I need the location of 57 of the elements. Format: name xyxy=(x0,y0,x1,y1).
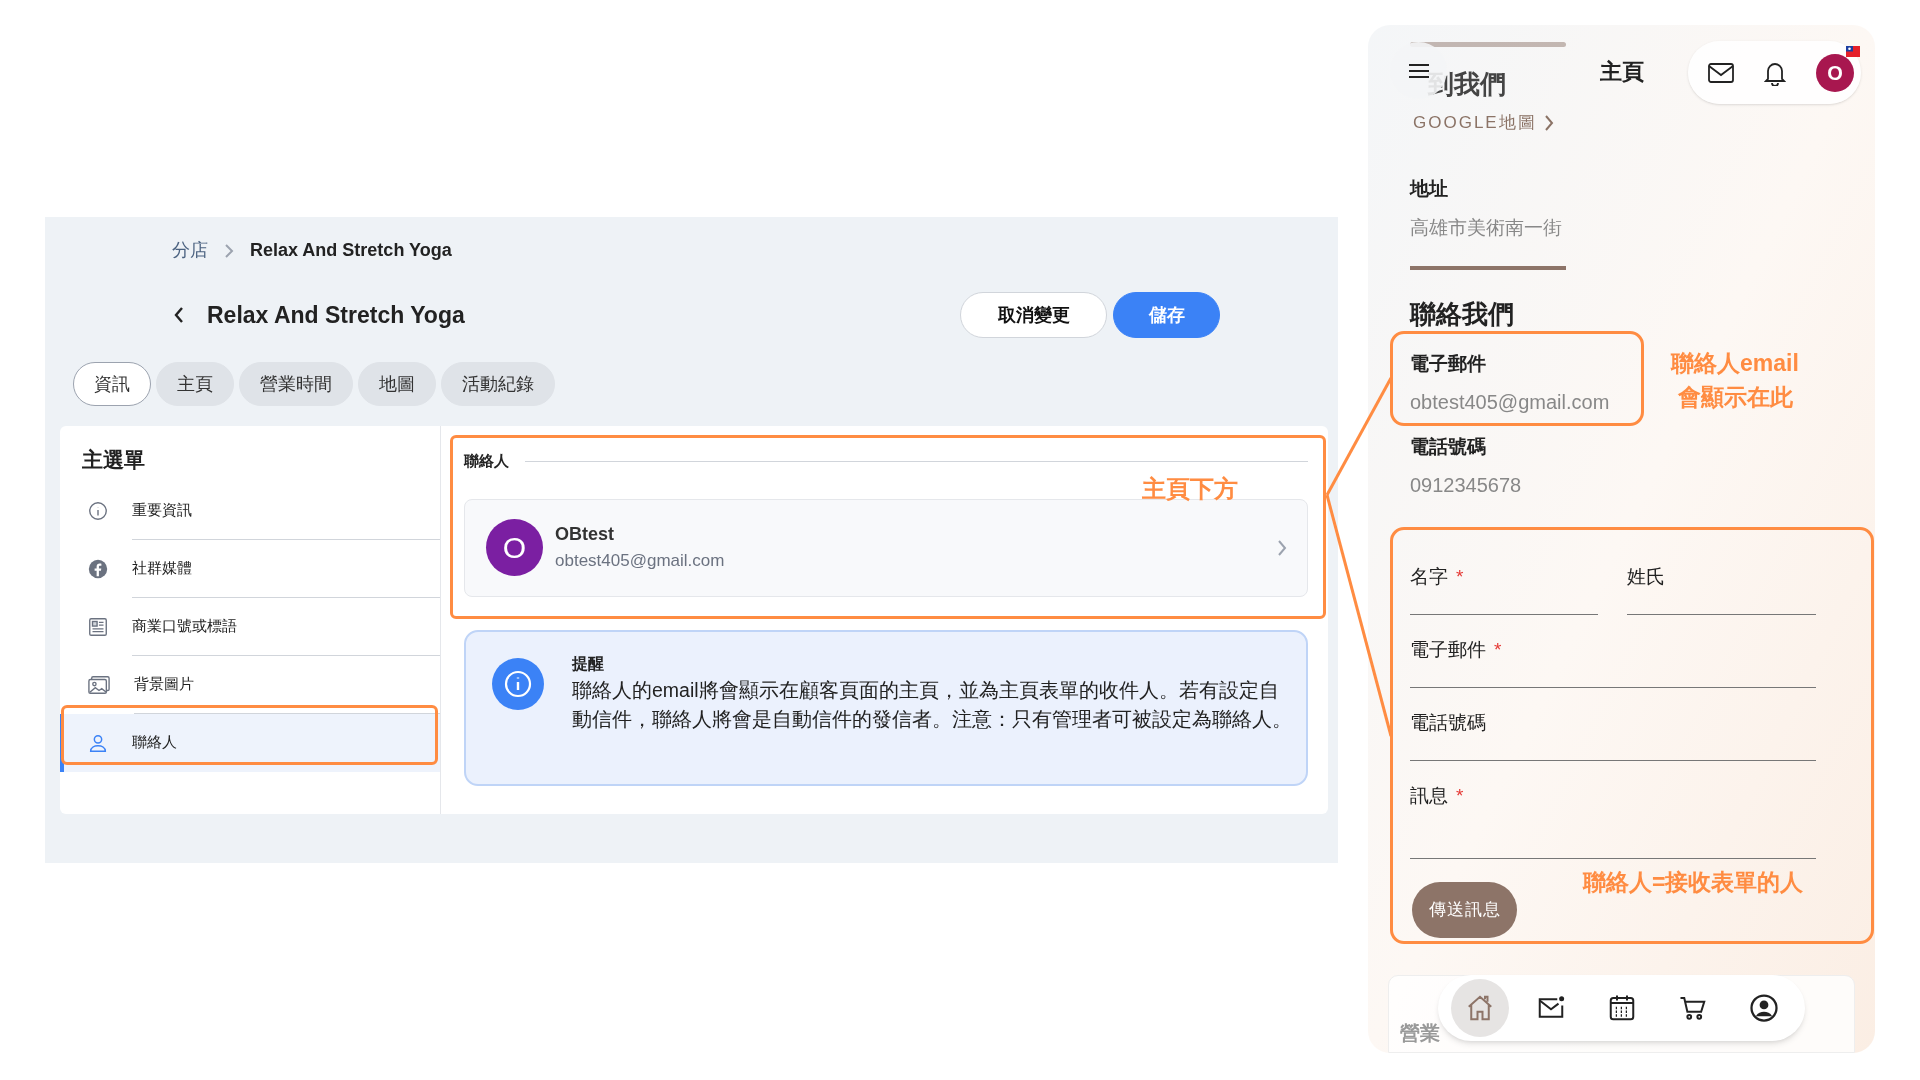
contact-email: obtest405@gmail.com xyxy=(555,550,725,573)
facebook-icon xyxy=(87,557,109,580)
back-icon[interactable] xyxy=(173,306,185,324)
menu-title: 主選單 xyxy=(81,447,145,473)
annotation-text: 聯絡人=接收表單的人 xyxy=(1583,868,1804,897)
section-heading: 聯絡我們 xyxy=(1410,298,1514,331)
image-icon xyxy=(87,673,111,696)
menu-item[interactable]: 重要資訊 xyxy=(60,481,440,540)
annotation-text: 聯絡人email 會顯示在此 xyxy=(1669,349,1800,412)
account-icon[interactable] xyxy=(1748,993,1779,1023)
screen-title: 主頁 xyxy=(1600,58,1644,86)
info-icon xyxy=(492,657,544,710)
chevron-icon xyxy=(224,243,234,258)
mail-icon[interactable] xyxy=(1708,61,1734,84)
save-button[interactable]: 儲存 xyxy=(1113,292,1220,338)
notice-title: 提醒 xyxy=(572,653,604,674)
menu-item[interactable]: 社群媒體 xyxy=(60,539,440,598)
menu-item[interactable]: 商業口號或標語 xyxy=(60,597,440,656)
required-mark: * xyxy=(1456,566,1464,587)
tab[interactable]: 營業時間 xyxy=(239,362,353,406)
menu-item[interactable]: 聯絡人 xyxy=(60,713,440,772)
field-label: 電話號碼 xyxy=(1410,435,1487,459)
required-mark: * xyxy=(1494,639,1502,660)
info-icon xyxy=(87,499,109,522)
map-link[interactable]: GOOGLE地圖 xyxy=(1413,110,1537,136)
user-avatar[interactable]: O xyxy=(1816,53,1854,92)
input-field[interactable]: 電話號碼 xyxy=(1410,691,1816,761)
page-title: Relax And Stretch Yoga xyxy=(207,300,465,330)
phone-number: 0912345678 xyxy=(1410,472,1522,498)
tab[interactable]: 資訊 xyxy=(73,362,151,406)
faded-text: 營業 xyxy=(1400,1021,1440,1046)
required-mark: * xyxy=(1456,785,1464,806)
blurred-heading: 到我們 xyxy=(1428,68,1506,101)
contact-name: OBtest xyxy=(555,523,615,547)
section-label: 聯絡人 xyxy=(464,451,509,471)
send-button[interactable]: 傳送訊息 xyxy=(1412,882,1517,938)
menu-item[interactable]: 背景圖片 xyxy=(60,655,440,714)
cancel-button[interactable]: 取消變更 xyxy=(960,292,1107,338)
address-text: 高雄市美術南一街 xyxy=(1410,215,1562,240)
tab[interactable]: 活動紀錄 xyxy=(441,362,555,406)
avatar: O xyxy=(486,519,543,576)
field-label: 電子郵件 xyxy=(1410,352,1487,376)
menu-icon xyxy=(1408,63,1429,78)
input-field[interactable]: 電子郵件 * xyxy=(1410,618,1816,688)
input-field[interactable]: 名字 * xyxy=(1410,545,1599,615)
notice-text: 聯絡人的email將會顯示在顧客頁面的主頁，並為主頁表單的收件人。若有設定自動信件，聯絡人將會是自動信件的發信者。注意：只有管理者可被設定為聯絡人。 xyxy=(572,677,1293,732)
breadcrumb-link[interactable]: 分店 xyxy=(172,237,208,264)
chevron-icon xyxy=(1544,114,1554,131)
breadcrumb-item: Relax And Stretch Yoga xyxy=(250,239,452,262)
input-field[interactable]: 姓氏 xyxy=(1627,545,1816,615)
document-icon xyxy=(87,615,109,638)
tab[interactable]: 地圖 xyxy=(358,362,436,406)
chevron-icon xyxy=(1277,538,1287,557)
email-text: obtest405@gmail.com xyxy=(1410,389,1610,415)
field-label: 地址 xyxy=(1410,177,1449,201)
input-field[interactable]: 訊息 * xyxy=(1410,764,1816,859)
tab[interactable]: 主頁 xyxy=(156,362,234,406)
